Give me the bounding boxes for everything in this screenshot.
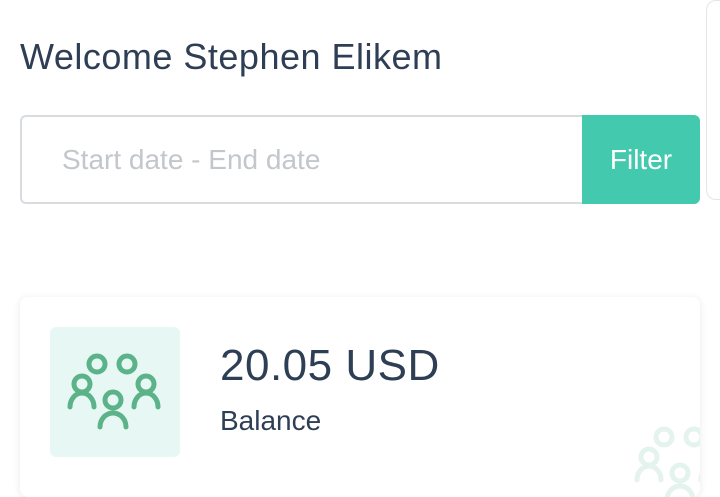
date-range-input[interactable] (20, 115, 582, 204)
date-filter-group: Filter (20, 115, 700, 204)
users-group-watermark-icon (634, 426, 700, 497)
balance-value: 20.05 USD (220, 341, 440, 390)
side-panel-edge (706, 0, 720, 200)
page-title: Welcome Stephen Elikem (20, 36, 443, 77)
balance-card: 20.05 USD Balance (20, 297, 700, 497)
balance-icon-box (50, 327, 180, 457)
filter-button[interactable]: Filter (582, 115, 700, 204)
users-group-icon (67, 353, 161, 430)
balance-label: Balance (220, 405, 322, 436)
